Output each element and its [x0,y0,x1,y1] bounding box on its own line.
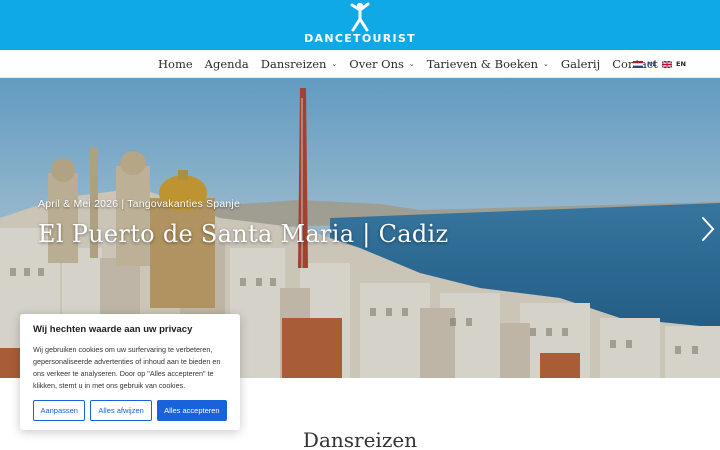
dancing-figure-icon [350,2,370,32]
cookie-title: Wij hechten waarde aan uw privacy [33,324,193,335]
nav-item-tarieven-boeken[interactable]: Tarieven & Boeken ⌄ [427,57,549,71]
main-nav: Home Agenda Dansreizen ⌄ Over Ons ⌄ Tariev… [158,50,681,78]
reject-all-button[interactable]: Alles afwijzen [90,400,152,421]
chevron-down-icon: ⌄ [408,59,415,68]
nav-item-dansreizen[interactable]: Dansreizen ⌄ [261,57,338,71]
language-code: EN [676,60,686,68]
accept-all-button[interactable]: Alles accepteren [156,400,227,421]
brand-bar: DANCETOURIST [0,0,720,50]
uk-flag-icon [662,60,672,68]
chevron-down-icon: ⌄ [543,59,549,68]
nav-item-galerij[interactable]: Galerij [561,57,600,71]
hero-subtitle: April & Mei 2026 | Tangovakanties Spanje [38,198,240,210]
main-navigation-bar: Home Agenda Dansreizen ⌄ Over Ons ⌄ Tariev… [0,50,720,78]
language-code: NL [647,60,657,68]
hero-title[interactable]: El Puerto de Santa Maria | Cadiz [38,220,448,248]
site-logo[interactable]: DANCETOURIST [300,2,420,48]
section-title: Dansreizen [302,428,418,450]
nav-item-home[interactable]: Home [158,57,193,71]
cookie-consent-dialog: Wij hechten waarde aan uw privacy Wij ge… [20,314,240,430]
cookie-buttons: Aanpassen Alles afwijzen Alles acceptere… [33,400,227,421]
nav-item-over-ons[interactable]: Over Ons ⌄ [349,57,415,71]
customize-button[interactable]: Aanpassen [33,400,86,421]
chevron-right-icon[interactable] [700,216,716,242]
brand-name: DANCETOURIST [304,32,416,45]
nav-item-agenda[interactable]: Agenda [205,57,249,71]
cookie-text: Wij gebruiken cookies om uw surfervaring… [33,345,221,390]
chevron-down-icon: ⌄ [331,59,338,68]
language-nl[interactable]: NL [633,50,657,78]
nl-flag-icon [633,60,643,68]
language-en[interactable]: EN [662,50,686,78]
